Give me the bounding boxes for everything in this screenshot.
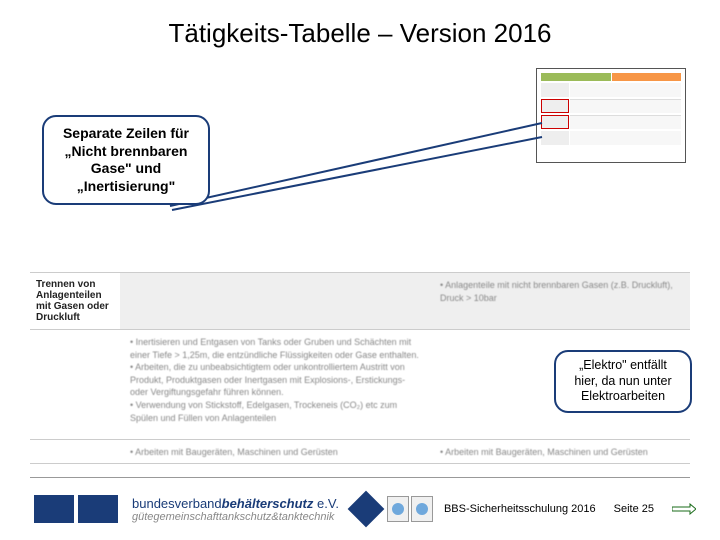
callout-separate-rows: Separate Zeilen für „Nicht brennbaren Ga… <box>42 115 210 205</box>
body-bullets: • Inertisieren und Entgasen von Tanks od… <box>120 330 430 439</box>
cert-badge-icon <box>387 496 409 522</box>
thumbnail-preview <box>536 68 686 163</box>
diamond-icon <box>348 491 385 528</box>
footer-color-block <box>34 495 74 523</box>
right-cell-top: • Anlagenteile mit nicht brennbaren Gase… <box>430 273 690 329</box>
bottom-row-right: • Arbeiten mit Baugeräten, Maschinen und… <box>430 440 690 463</box>
training-label: BBS-Sicherheitsschulung 2016 <box>444 503 596 515</box>
footer-color-block <box>78 495 118 523</box>
slide-title: Tätigkeits-Tabelle – Version 2016 <box>0 0 720 49</box>
bottom-row-left: • Arbeiten mit Baugeräten, Maschinen und… <box>120 440 430 463</box>
page-number: Seite 25 <box>614 503 654 515</box>
org-name: bundesverbandbehälterschutz e.V. gütegem… <box>132 496 339 523</box>
cert-badge-icon <box>411 496 433 522</box>
row-header: Trennen von Anlagenteilen mit Gasen oder… <box>30 273 120 329</box>
callout-elektro: „Elektro" entfällt hier, da nun unter El… <box>554 350 692 413</box>
next-arrow-icon <box>672 503 696 515</box>
footer: bundesverbandbehälterschutz e.V. gütegem… <box>0 478 720 540</box>
